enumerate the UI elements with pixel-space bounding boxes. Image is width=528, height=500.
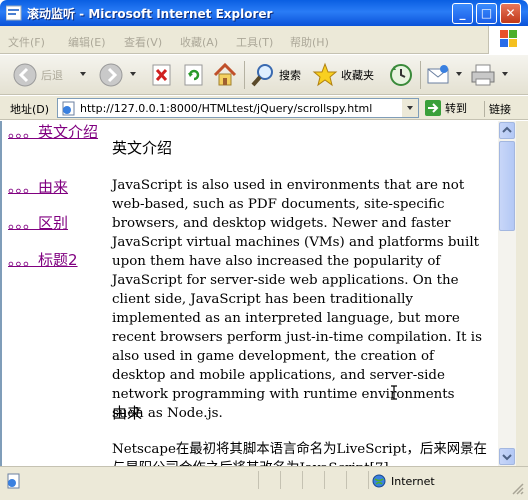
menu-help[interactable]: 帮助(H) [290,34,329,50]
window-title: 滚动监听 - Microsoft Internet Explorer [27,7,273,21]
refresh-icon [184,64,203,86]
search-button[interactable]: 搜索 [250,60,301,90]
nav-link-origin[interactable]: 。。。由来 [8,177,68,197]
section-origin-body: Netscape在最初将其脚本语言命名为LiveScript，后来网景在与昇阳公… [112,440,488,466]
address-label: 地址(D) [10,103,50,116]
go-label: 转到 [445,102,467,115]
favorites-button[interactable]: 收藏夹 [312,60,374,90]
maximize-button[interactable]: □ [476,3,497,24]
go-arrow-icon [425,100,441,116]
page-icon [62,101,75,116]
scroll-thumb[interactable] [499,141,515,231]
page-status-icon [7,473,20,489]
chevron-up-icon [502,126,512,133]
section-paragraph: Netscape在最初将其脚本语言命名为LiveScript，后来网景在与昇阳公… [112,442,487,466]
vertical-scrollbar[interactable] [498,121,516,466]
search-label: 搜索 [279,69,301,82]
window-titlebar[interactable]: 滚动监听 - Microsoft Internet Explorer _ □ ✕ [0,0,528,26]
close-button[interactable]: ✕ [500,3,521,24]
favorites-star-icon [312,62,338,87]
history-button[interactable] [388,60,414,90]
back-label: 后退 [41,69,63,82]
nav-link-difference[interactable]: 。。。区别 [8,213,68,233]
menu-file[interactable]: 文件(F) [8,34,45,50]
section-intro: 英文介绍 [112,137,488,158]
window-frame-right [516,121,528,466]
favorites-label: 收藏夹 [341,69,374,82]
refresh-button[interactable] [182,60,206,90]
zone-label: Internet [391,474,435,488]
forward-dropdown-icon[interactable] [130,72,136,76]
chevron-down-icon [502,454,512,461]
toolbar-separator [420,61,421,89]
menu-edit[interactable]: 编辑(E) [68,34,106,50]
nav-link-intro[interactable]: 。。。英文介绍 [8,122,98,142]
go-button[interactable]: 转到 [424,98,467,118]
internet-globe-icon [372,474,386,488]
status-cell [258,471,280,489]
address-input[interactable]: http://127.0.0.1:8000/HTMLtest/jQuery/sc… [57,98,419,118]
nav-link-title2[interactable]: 。。。标题2 [8,250,78,270]
address-url: http://127.0.0.1:8000/HTMLtest/jQuery/sc… [80,102,373,115]
toolbar: 后退 搜索 收藏夹 [0,55,528,95]
menu-tools[interactable]: 工具(T) [236,34,273,50]
status-cell [324,471,346,489]
search-icon [251,64,273,87]
menu-bar: 文件(F) 编辑(E) 查看(V) 收藏(A) 工具(T) 帮助(H) [0,26,528,54]
section-paragraph: JavaScript is also used in environments … [112,178,482,421]
back-button[interactable]: 后退 [12,60,63,90]
section-title: 由来 [112,404,143,422]
text-cursor-icon [391,385,397,400]
links-button[interactable]: 链接 [484,101,511,117]
stop-button[interactable] [150,60,174,90]
print-button[interactable] [470,60,496,90]
mail-icon [427,65,449,84]
status-cell [302,471,324,489]
minimize-button[interactable]: _ [452,3,473,24]
toolbar-separator [244,61,245,89]
status-bar: Internet [0,466,528,500]
mail-dropdown-icon[interactable] [456,72,462,76]
forward-arrow-icon [99,63,123,87]
home-icon [213,62,237,86]
section-origin: 由来 [112,402,488,423]
back-dropdown-icon[interactable] [80,72,86,76]
stop-icon [152,64,171,86]
resize-grip-icon[interactable] [510,481,524,495]
forward-button[interactable] [98,60,124,90]
scroll-up-button[interactable] [499,122,515,139]
home-button[interactable] [212,60,238,90]
status-cell [346,471,368,489]
menu-view[interactable]: 查看(V) [124,34,162,50]
address-dropdown-button[interactable] [402,99,418,117]
address-bar: 地址(D) http://127.0.0.1:8000/HTMLtest/jQu… [0,96,528,120]
scroll-down-button[interactable] [499,448,515,465]
section-title: 英文介绍 [112,139,173,157]
security-zone: Internet [372,474,435,488]
windows-logo-icon [488,26,528,54]
history-icon [390,64,412,86]
section-intro-body: JavaScript is also used in environments … [112,176,488,423]
printer-icon [471,64,495,86]
menu-favorites[interactable]: 收藏(A) [180,34,218,50]
back-arrow-icon [13,63,37,87]
toolbar-overflow-icon[interactable] [502,72,508,76]
status-cell [280,471,302,489]
ie-icon [6,5,22,21]
page-content[interactable]: 。。。英文介绍 。。。由来 。。。区别 。。。标题2 英文介绍 JavaScri… [0,121,498,466]
chevron-down-icon [407,106,413,110]
mail-button[interactable] [426,60,452,90]
